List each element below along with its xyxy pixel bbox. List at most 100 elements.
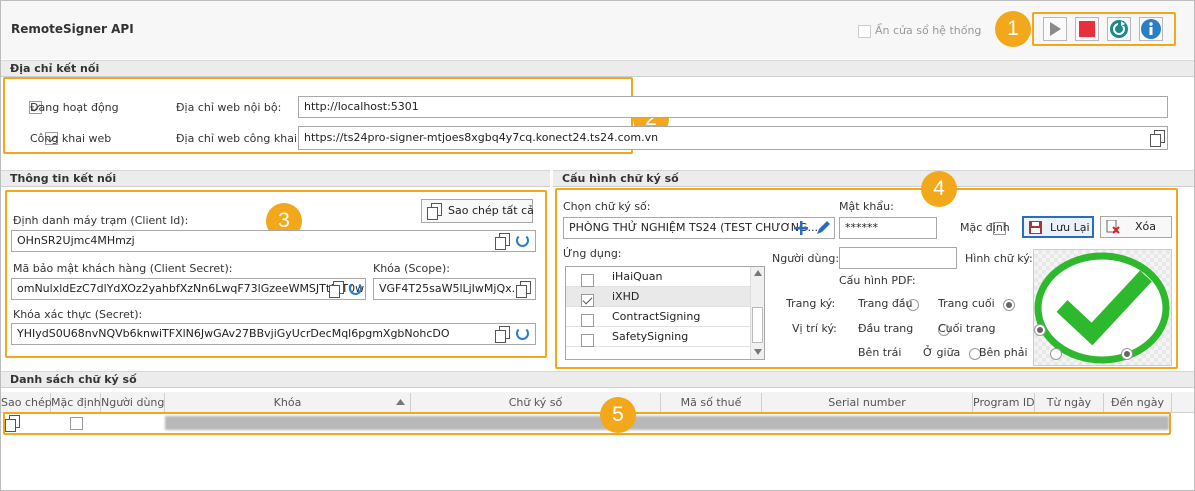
local-address-label: Địa chỉ web nội bộ: xyxy=(176,101,282,114)
align-center-radio[interactable] xyxy=(1049,348,1062,360)
col-program-id[interactable]: Program ID xyxy=(973,393,1035,412)
app-name: ContractSigning xyxy=(612,310,701,323)
user-input[interactable] xyxy=(839,247,957,269)
save-label: Lưu Lại xyxy=(1050,221,1090,234)
col-tax-code[interactable]: Mã số thuế xyxy=(661,393,762,412)
list-item[interactable]: ContractSigning xyxy=(566,307,750,327)
save-button[interactable]: Lưu Lại xyxy=(1022,216,1094,238)
copy-all-label: Sao chép tất cả xyxy=(448,204,534,217)
edit-cert-icon[interactable] xyxy=(815,220,831,236)
badge-1: 1 xyxy=(995,11,1031,47)
public-address-input[interactable]: https://ts24pro-signer-mtjoes8xgbq4y7cq.… xyxy=(298,126,1168,150)
stop-icon xyxy=(1079,21,1095,37)
refresh-icon xyxy=(1110,20,1128,38)
apps-list: iHaiQuan iXHD ContractSigning SafetySign… xyxy=(565,266,765,360)
app-checkbox[interactable] xyxy=(581,293,594,307)
list-item[interactable]: SafetySigning xyxy=(566,327,750,347)
app-checkbox[interactable] xyxy=(581,313,594,327)
align-right-radio[interactable] xyxy=(1121,348,1133,360)
pdf-config-label: Cấu hình PDF: xyxy=(839,274,916,287)
col-default[interactable]: Mặc định xyxy=(51,393,101,412)
client-secret-label: Mã bảo mật khách hàng (Client Secret): xyxy=(13,262,233,275)
choose-cert-label: Chọn chữ ký số: xyxy=(563,200,651,213)
client-id-label: Định danh máy trạm (Client Id): xyxy=(13,214,189,227)
play-button[interactable] xyxy=(1043,17,1067,41)
copy-all-button[interactable]: Sao chép tất cả xyxy=(421,199,534,223)
align-center-label: Ở giữa xyxy=(923,346,961,359)
refresh-client-id-icon[interactable] xyxy=(516,234,529,247)
pos-top-label: Đầu trang xyxy=(858,322,914,335)
page-label: Trang ký: xyxy=(786,297,836,310)
delete-label: Xóa xyxy=(1135,220,1157,233)
info-icon xyxy=(1141,19,1161,39)
local-address-input[interactable]: http://localhost:5301 xyxy=(298,96,1168,118)
scroll-up-icon[interactable] xyxy=(754,270,762,276)
info-button[interactable] xyxy=(1139,17,1163,41)
refresh-client-secret-icon[interactable] xyxy=(349,282,362,295)
stop-button[interactable] xyxy=(1075,17,1099,41)
connection-section-header: Địa chỉ kết nối xyxy=(1,60,1194,77)
scope-input[interactable]: VGF4T25saW5lLjIwMjQx... xyxy=(373,278,536,300)
active-label: Đang hoạt động xyxy=(30,101,119,114)
signature-list-header: Danh sách chữ ký số xyxy=(1,371,1194,388)
page-first-label: Trang đầu xyxy=(858,297,913,310)
copy-scope-icon[interactable] xyxy=(516,281,531,298)
app-name: SafetySigning xyxy=(612,330,689,343)
badge-4: 4 xyxy=(921,171,957,207)
app-checkbox[interactable] xyxy=(581,333,594,347)
password-label: Mật khẩu: xyxy=(839,200,894,213)
user-label: Người dùng: xyxy=(772,252,840,265)
page-last-radio[interactable] xyxy=(1002,299,1015,311)
client-id-input[interactable]: OHnSR2Ujmc4MHmzj xyxy=(11,230,536,252)
save-icon xyxy=(1029,221,1042,234)
col-to-date[interactable]: Đến ngày xyxy=(1104,393,1172,412)
sort-asc-icon[interactable] xyxy=(396,399,405,405)
align-right-label: Bên phải xyxy=(979,346,1028,359)
col-user[interactable]: Người dùng xyxy=(101,393,165,412)
play-icon xyxy=(1050,22,1061,36)
col-serial[interactable]: Serial number xyxy=(762,393,973,412)
app-title: RemoteSigner API xyxy=(11,22,134,36)
copy-secret-icon[interactable] xyxy=(495,326,510,343)
secret-label: Khóa xác thực (Secret): xyxy=(13,308,143,321)
col-from-date[interactable]: Từ ngày xyxy=(1035,393,1104,412)
copy-icon xyxy=(427,203,442,220)
app-name: iXHD xyxy=(612,290,640,303)
public-web-label: Công khai web xyxy=(30,132,112,145)
copy-client-secret-icon[interactable] xyxy=(329,281,344,298)
secret-input[interactable]: YHIydS0U68nvNQVb6knwiTFXlN6JwGAv27BBvjiG… xyxy=(11,323,536,345)
list-item[interactable]: iHaiQuan xyxy=(566,267,750,287)
pos-bottom-radio[interactable] xyxy=(1033,324,1046,336)
signature-config-header: Cấu hình chữ ký số xyxy=(553,170,1194,187)
refresh-secret-icon[interactable] xyxy=(516,327,529,340)
app-name: iHaiQuan xyxy=(612,270,663,283)
copy-public-address-icon[interactable] xyxy=(1150,130,1165,147)
password-input[interactable]: ****** xyxy=(839,217,937,239)
public-address-label: Địa chỉ web công khai: xyxy=(176,132,301,145)
hide-system-window-checkbox[interactable] xyxy=(858,24,871,38)
scroll-down-icon[interactable] xyxy=(754,349,762,355)
hide-system-window-label: Ẩn cửa sổ hệ thống xyxy=(875,24,982,37)
pos-bottom-label: Cuối trang xyxy=(938,322,996,335)
app-checkbox[interactable] xyxy=(581,273,594,287)
client-secret-input[interactable]: omNulxldEzC7dlYdXOz2yahbfXzNn6LwqF73lGze… xyxy=(11,278,366,300)
default-label: Mặc định xyxy=(960,221,1010,234)
apps-label: Ứng dụng: xyxy=(563,247,622,260)
list-item[interactable]: iXHD xyxy=(566,287,750,307)
delete-button[interactable]: Xóa xyxy=(1100,216,1172,238)
scope-label: Khóa (Scope): xyxy=(373,262,450,275)
position-label: Vị trí ký: xyxy=(792,322,837,335)
col-copy[interactable]: Sao chép xyxy=(1,393,52,412)
align-left-label: Bên trái xyxy=(858,346,902,359)
restart-button[interactable] xyxy=(1107,17,1131,41)
signature-list-highlight xyxy=(3,412,1171,435)
copy-client-id-icon[interactable] xyxy=(495,233,510,250)
apps-scrollbar[interactable] xyxy=(750,267,764,359)
badge-5: 5 xyxy=(600,397,636,433)
page-last-label: Trang cuối xyxy=(938,297,995,310)
add-cert-icon[interactable] xyxy=(794,221,808,235)
col-key[interactable]: Khóa xyxy=(165,393,411,412)
scrollbar-thumb[interactable] xyxy=(752,307,763,343)
delete-icon xyxy=(1106,220,1120,234)
signature-image-label: Hình chữ ký: xyxy=(965,252,1033,265)
